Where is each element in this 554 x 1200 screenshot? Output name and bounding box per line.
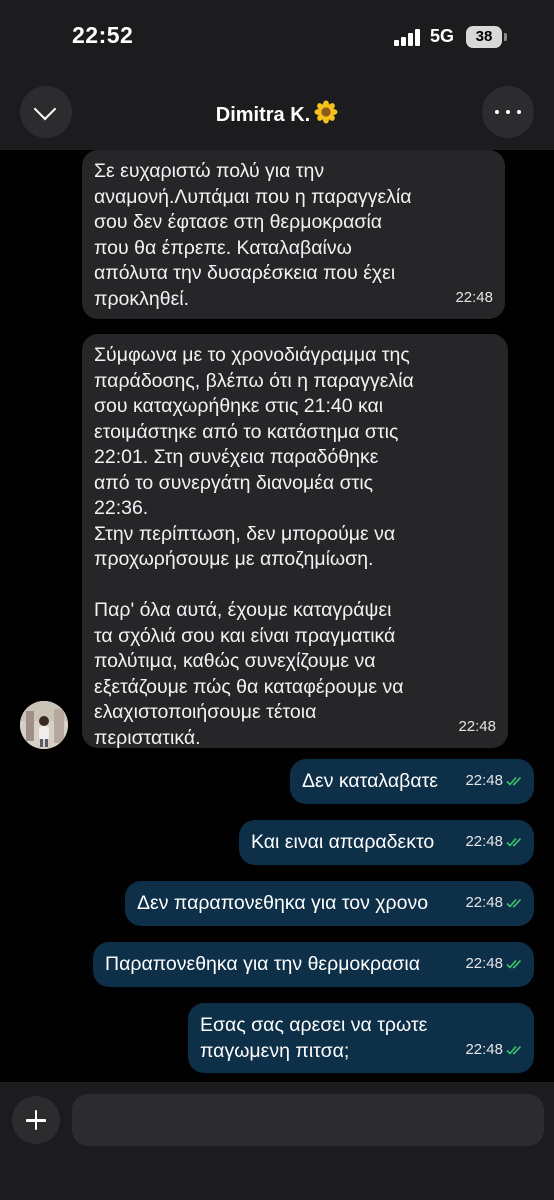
contact-name: Dimitra K.	[215, 104, 311, 126]
message-meta: 22:48	[465, 890, 524, 916]
status-bar: 22:52 5G 38	[0, 0, 554, 76]
composer-bar	[0, 1082, 554, 1200]
double-check-icon	[506, 959, 522, 969]
top-bar: 22:52 5G 38 Dimitra K.	[0, 0, 554, 150]
outgoing-message[interactable]: Δεν παραπονεθηκα για τον χρονο 22:48	[125, 881, 534, 926]
message-time: 22:48	[465, 832, 503, 850]
outgoing-message[interactable]: Εσας σας αρεσει να τρωτε παγωμενη πιτσα;…	[188, 1003, 534, 1073]
sunflower-icon	[314, 100, 338, 124]
chat-thread[interactable]: Σε ευχαριστώ πολύ για την αναμονή.Λυπάμα…	[0, 150, 554, 1082]
double-check-icon	[506, 1045, 522, 1055]
network-type: 5G	[430, 26, 455, 46]
double-check-icon	[506, 837, 522, 847]
message-meta: 22:48	[465, 951, 524, 977]
message-text: Παραπονεθηκα για την θερμοκρασια	[105, 953, 421, 975]
message-time: 22:48	[465, 1040, 503, 1058]
message-meta: 22:48	[465, 1037, 524, 1063]
battery-icon: 38	[466, 26, 502, 48]
message-time: 22:48	[465, 954, 503, 972]
outgoing-message[interactable]: Δεν καταλαβατε 22:48	[290, 759, 534, 804]
contact-title[interactable]: Dimitra K.	[0, 100, 554, 127]
message-text: Σε ευχαριστώ πολύ για την αναμονή.Λυπάμα…	[94, 160, 412, 310]
double-check-icon	[506, 898, 522, 908]
message-text: Δεν παραπονεθηκα για τον χρονο	[137, 892, 429, 914]
message-meta: 22:48	[465, 768, 524, 794]
message-input[interactable]	[72, 1094, 544, 1146]
attach-button[interactable]	[12, 1096, 60, 1144]
more-options-button[interactable]	[482, 86, 534, 138]
message-text: Σύμφωνα με το χρονοδιάγραμμα της παράδοσ…	[94, 344, 414, 749]
message-time: 22:48	[455, 288, 493, 306]
message-meta: 22:48	[465, 829, 524, 855]
message-time: 22:48	[458, 717, 496, 735]
outgoing-message[interactable]: Παραπονεθηκα για την θερμοκρασια 22:48	[93, 942, 534, 987]
incoming-message[interactable]: Σε ευχαριστώ πολύ για την αναμονή.Λυπάμα…	[82, 150, 505, 319]
cellular-signal-icon	[394, 29, 422, 46]
plus-icon	[34, 1110, 38, 1130]
status-time: 22:52	[72, 22, 134, 48]
more-horizontal-icon	[495, 110, 521, 114]
battery-tip	[504, 33, 507, 41]
outgoing-message[interactable]: Και ειναι απαραδεκτο 22:48	[239, 820, 534, 865]
chat-header: Dimitra K.	[0, 86, 554, 138]
message-time: 22:48	[465, 771, 503, 789]
double-check-icon	[506, 776, 522, 786]
message-time: 22:48	[465, 893, 503, 911]
contact-avatar[interactable]	[20, 701, 68, 749]
incoming-message[interactable]: Σύμφωνα με το χρονοδιάγραμμα της παράδοσ…	[82, 334, 508, 749]
avatar-photo	[20, 701, 68, 749]
